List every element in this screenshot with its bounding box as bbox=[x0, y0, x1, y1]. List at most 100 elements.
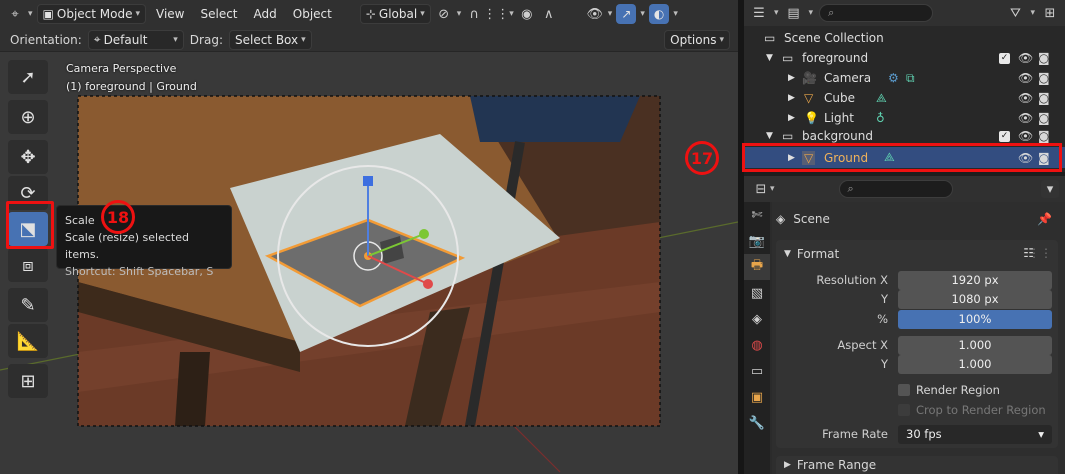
orientation-dropdown[interactable]: ⌖ Default ▾ bbox=[87, 29, 184, 50]
pivot-point-icon[interactable]: ⊘ bbox=[435, 5, 453, 23]
annotate-tool[interactable]: ✎ bbox=[8, 288, 48, 322]
aspect-x-field[interactable]: 1.000 bbox=[898, 335, 1052, 355]
eye-icon[interactable]: 👁 bbox=[1018, 111, 1033, 125]
eye-icon[interactable]: 👁 bbox=[1018, 71, 1033, 85]
display-mode-icon[interactable]: ▤ bbox=[785, 4, 803, 22]
render-camera-icon[interactable]: ◙ bbox=[1038, 91, 1050, 105]
row-label: Camera bbox=[824, 71, 872, 85]
object-tab-icon[interactable]: ▣ bbox=[744, 384, 770, 410]
drag-dropdown[interactable]: Select Box ▾ bbox=[228, 29, 312, 50]
properties-search-input[interactable]: ⌕ bbox=[838, 180, 953, 198]
editor-type-icon[interactable]: ⌖ bbox=[6, 5, 24, 23]
overlays-toggle[interactable]: ◐ bbox=[648, 4, 670, 24]
resolution-x-field[interactable]: 1920 px bbox=[898, 270, 1052, 290]
filter-icon[interactable]: ⛛ bbox=[1006, 4, 1024, 22]
frame-rate-dropdown[interactable]: 30 fps ▾ bbox=[898, 424, 1052, 444]
drag-label: Drag: bbox=[189, 32, 223, 47]
menu-select[interactable]: Select bbox=[194, 7, 243, 21]
collection-tab-icon[interactable]: ▭ bbox=[744, 358, 770, 384]
render-camera-icon[interactable]: ◙ bbox=[1038, 129, 1050, 143]
modifier-tab-icon[interactable]: 🔧 bbox=[744, 410, 770, 436]
select-box-tool[interactable]: ➚ bbox=[8, 60, 48, 94]
row-label: background bbox=[802, 129, 873, 143]
camera-data-icon[interactable]: ⚙ bbox=[888, 71, 899, 85]
resolution-percent-slider[interactable]: 100% bbox=[898, 309, 1052, 329]
outliner-row-scene-collection[interactable]: ▭ Scene Collection bbox=[744, 28, 1065, 48]
outliner-search-input[interactable]: ⌕ bbox=[819, 4, 934, 22]
format-panel-header[interactable]: ▼ Format bbox=[784, 244, 839, 264]
chevron-right-icon[interactable]: ▶ bbox=[788, 93, 795, 103]
properties-body: ◈ Scene 📌 ▼ Format ☷ ⋮⋮ Resolution X 192… bbox=[772, 202, 1065, 474]
outliner-row-cube[interactable]: ▶ ▽ Cube ⟁ 👁 ◙ bbox=[744, 88, 1065, 108]
menu-object[interactable]: Object bbox=[287, 7, 338, 21]
eye-icon[interactable]: 👁 bbox=[1018, 51, 1033, 65]
context-breadcrumb: ◈ Scene 📌 bbox=[776, 208, 1058, 230]
chevron-down-icon[interactable]: ▼ bbox=[766, 53, 773, 63]
gizmo-toggle[interactable]: ↗ bbox=[616, 4, 637, 24]
tooltip-description: Scale (resize) selected items. bbox=[65, 231, 189, 261]
light-icon: 💡 bbox=[804, 111, 819, 125]
menu-view[interactable]: View bbox=[150, 7, 190, 21]
chevron-right-icon[interactable]: ▶ bbox=[788, 73, 795, 83]
world-tab-icon[interactable]: ◍ bbox=[744, 332, 770, 358]
drag-handle-icon[interactable]: ⋮⋮ bbox=[1028, 246, 1052, 260]
checkbox-box bbox=[898, 384, 910, 396]
ground-row-highlight bbox=[742, 143, 1062, 172]
editor-type-icon[interactable]: ☰ bbox=[750, 4, 768, 22]
3d-viewport[interactable]: ⌖ ▾ ▣ Object Mode ▾ View Select Add Obje… bbox=[0, 0, 738, 474]
output-tab-icon[interactable]: 🖶 bbox=[744, 254, 770, 280]
outliner-row-light[interactable]: ▶ 💡 Light ♁ 👁 ◙ bbox=[744, 108, 1065, 128]
chevron-down-icon[interactable]: ▼ bbox=[766, 131, 773, 141]
eye-icon[interactable]: 👁 bbox=[1018, 91, 1033, 105]
cursor-tool[interactable]: ⊕ bbox=[8, 100, 48, 134]
render-camera-icon[interactable]: ◙ bbox=[1038, 111, 1050, 125]
proportional-edit-icon[interactable]: ◉ bbox=[518, 5, 536, 23]
menu-add[interactable]: Add bbox=[248, 7, 283, 21]
snap-icon[interactable]: ∩ bbox=[465, 5, 483, 23]
include-checkbox[interactable]: ✓ bbox=[999, 52, 1010, 64]
mesh-data-icon[interactable]: ⟁ bbox=[876, 91, 887, 106]
outliner-row-camera[interactable]: ▶ 🎥 Camera ⚙ ⧉ 👁 ◙ bbox=[744, 68, 1065, 88]
chevron-right-icon[interactable]: ▶ bbox=[788, 113, 795, 123]
object-mode-icon: ▣ bbox=[42, 7, 54, 21]
render-camera-icon[interactable]: ◙ bbox=[1038, 51, 1050, 65]
render-camera-icon[interactable]: ◙ bbox=[1038, 71, 1050, 85]
chevron-down-icon[interactable]: ▾ bbox=[1041, 180, 1059, 198]
falloff-icon[interactable]: ∧ bbox=[540, 5, 558, 23]
frame-range-panel[interactable]: ▶ Frame Range bbox=[776, 456, 1058, 474]
snap-settings-icon[interactable]: ⋮⋮ bbox=[483, 5, 509, 23]
editor-type-icon[interactable]: ⊟ bbox=[752, 180, 770, 198]
eye-icon[interactable]: 👁 bbox=[1018, 129, 1033, 143]
light-data-icon[interactable]: ♁ bbox=[876, 111, 885, 125]
gizmo-icon: ↗ bbox=[621, 7, 632, 21]
constraint-icon[interactable]: ⧉ bbox=[906, 71, 915, 86]
context-title: Scene bbox=[793, 212, 830, 226]
view-layer-tab-icon[interactable]: ▧ bbox=[744, 280, 770, 306]
new-collection-icon[interactable]: ⊞ bbox=[1041, 4, 1059, 22]
drag-value: Select Box bbox=[234, 32, 299, 47]
scene-tab-icon[interactable]: ◈ bbox=[744, 306, 770, 332]
resolution-y-field[interactable]: 1080 px bbox=[898, 289, 1052, 309]
measure-tool[interactable]: 📐 bbox=[8, 324, 48, 358]
tool-tab-icon[interactable]: ✄ bbox=[744, 202, 770, 228]
row-label: foreground bbox=[802, 51, 869, 65]
pin-icon[interactable]: 📌 bbox=[1037, 212, 1052, 226]
viewport-header: ⌖ ▾ ▣ Object Mode ▾ View Select Add Obje… bbox=[0, 0, 738, 28]
outliner-row-background[interactable]: ▼ ▭ background ✓ 👁 ◙ bbox=[744, 128, 1065, 144]
add-cube-tool[interactable]: ⊞ bbox=[8, 364, 48, 398]
include-checkbox[interactable]: ✓ bbox=[999, 130, 1010, 142]
aspect-y-field[interactable]: 1.000 bbox=[898, 354, 1052, 374]
mode-dropdown[interactable]: ▣ Object Mode ▾ bbox=[36, 4, 146, 24]
transform-orientation-dropdown[interactable]: ⊹ Global ▾ bbox=[359, 4, 431, 24]
crop-region-row: Crop to Render Region bbox=[776, 400, 1058, 420]
options-dropdown[interactable]: Options ▾ bbox=[664, 29, 730, 50]
outliner-row-foreground[interactable]: ▼ ▭ foreground ✓ 👁 ◙ bbox=[744, 48, 1065, 68]
render-region-checkbox[interactable]: Render Region bbox=[898, 383, 1000, 397]
move-tool[interactable]: ✥ bbox=[8, 140, 48, 174]
chevron-down-icon: ▾ bbox=[420, 9, 425, 19]
render-tab-icon[interactable]: 📷 bbox=[744, 228, 770, 254]
transform-tool[interactable]: ⧈ bbox=[8, 248, 48, 282]
frame-rate-label: Frame Rate bbox=[822, 427, 888, 441]
crop-region-checkbox[interactable]: Crop to Render Region bbox=[898, 403, 1046, 417]
visibility-icon[interactable]: 👁 bbox=[586, 5, 604, 23]
